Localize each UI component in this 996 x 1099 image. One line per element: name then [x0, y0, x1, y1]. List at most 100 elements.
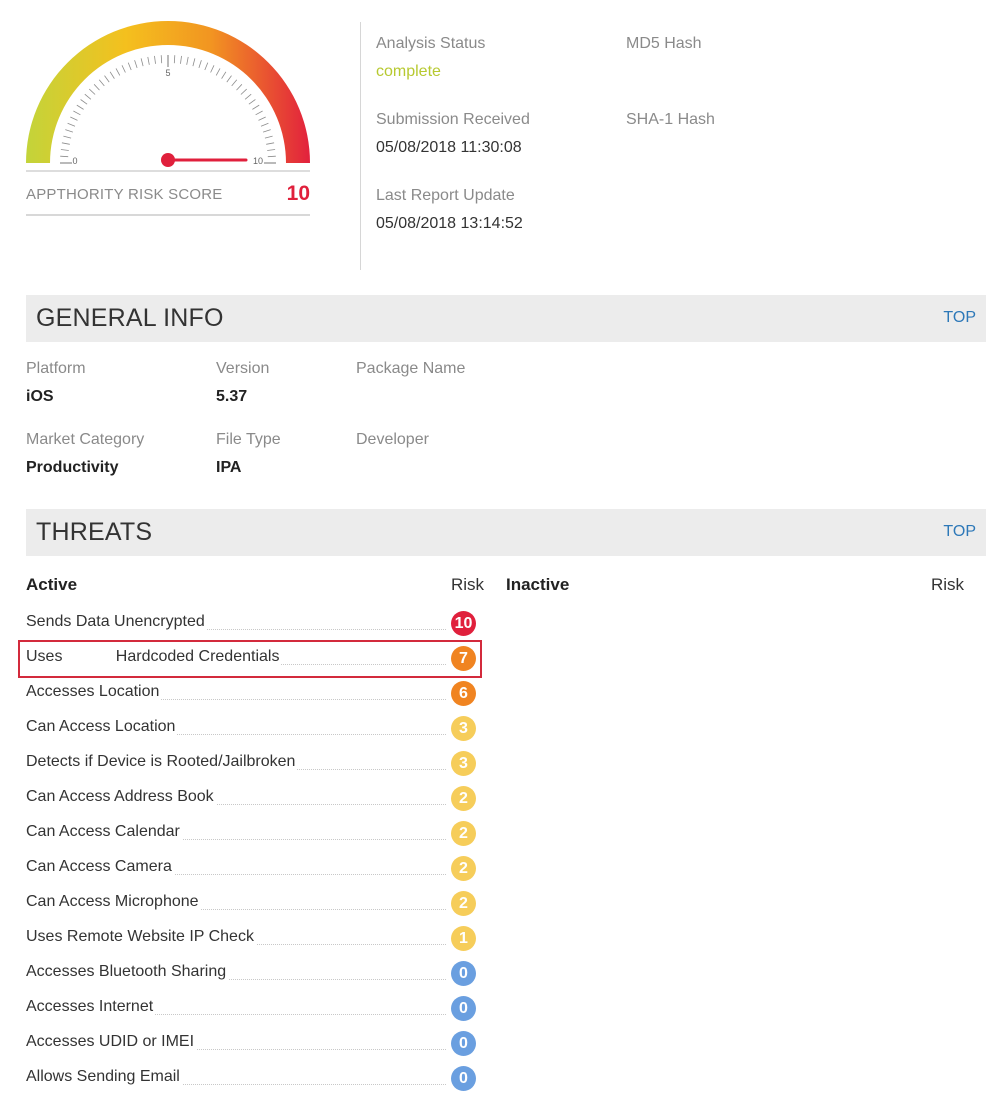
gauge-tick	[226, 75, 232, 83]
general-info-header: GENERAL INFO TOP	[26, 295, 986, 342]
threat-name: Uses Remote Website IP Check	[26, 928, 256, 946]
threat-row: Can Access Address Book 2	[26, 783, 476, 813]
threat-risk-badge: 2	[451, 856, 476, 881]
gauge-tick	[231, 79, 238, 87]
submission-received-value: 05/08/2018 11:30:08	[376, 139, 522, 156]
submission-received-label: Submission Received	[376, 111, 530, 128]
threat-risk-badge: 2	[451, 786, 476, 811]
gauge-tick	[121, 65, 126, 73]
threat-row: Accesses UDID or IMEI 0	[26, 1028, 476, 1058]
gauge-tick	[173, 55, 176, 64]
last-report-update-value: 05/08/2018 13:14:52	[376, 215, 523, 232]
gauge-tick	[215, 68, 221, 76]
gauge-label-max: 10	[253, 156, 263, 166]
active-column-header: Active	[26, 575, 78, 594]
risk-gauge-graphic: 0 5 10	[26, 21, 310, 172]
gauge-tick	[115, 68, 121, 76]
threat-row: Allows Sending Email 0	[26, 1063, 476, 1093]
threat-name: Can Access Address Book	[26, 788, 216, 806]
threat-name: Can Access Microphone	[26, 893, 201, 911]
threats-title: THREATS	[36, 518, 153, 546]
gauge-tick	[267, 149, 276, 151]
gauge-tick	[266, 142, 275, 145]
threats-header: THREATS TOP	[26, 509, 986, 556]
gauge-tick	[248, 99, 256, 105]
gauge-tick	[140, 58, 144, 67]
gauge-tick	[267, 155, 276, 158]
threat-name: Accesses UDID or IMEI	[26, 1033, 197, 1051]
threat-row: Accesses Internet 0	[26, 993, 476, 1023]
gauge-tick	[264, 135, 273, 139]
general-info-title: GENERAL INFO	[36, 304, 224, 332]
risk-score-value: 10	[286, 182, 310, 205]
gauge-tick	[73, 110, 81, 116]
developer-label: Developer	[356, 431, 429, 448]
market-category-label: Market Category	[26, 431, 145, 448]
threat-row: Sends Data Unencrypted 10	[26, 608, 476, 638]
gauge-tick	[160, 55, 163, 64]
package-name-label: Package Name	[356, 360, 466, 377]
gauge-tick	[80, 99, 88, 105]
gauge-tick	[134, 60, 138, 69]
gauge-tick	[65, 129, 74, 133]
gauge-tick	[236, 84, 243, 91]
gauge-tick	[255, 110, 263, 116]
threat-row: Can Access Location 3	[26, 713, 476, 743]
gauge-tick	[192, 58, 196, 67]
gauge-tick	[204, 62, 209, 71]
threat-name: Allows Sending Email	[26, 1068, 182, 1086]
gauge-tick	[84, 93, 92, 100]
general-info-top-link[interactable]: TOP	[943, 309, 976, 327]
threat-name: Can Access Camera	[26, 858, 174, 876]
threat-risk-badge: 0	[451, 996, 476, 1021]
version-label: Version	[216, 360, 270, 377]
threat-risk-badge: 0	[451, 1031, 476, 1056]
gauge-tick	[104, 75, 110, 83]
file-type-label: File Type	[216, 431, 281, 448]
gauge-tick	[210, 65, 215, 73]
threats-top-link[interactable]: TOP	[943, 523, 976, 541]
gauge-tick	[76, 104, 84, 110]
vertical-divider	[360, 22, 361, 270]
platform-value: iOS	[26, 388, 54, 405]
gauge-tick	[244, 93, 252, 100]
risk-gauge: 0 5 10	[20, 15, 320, 185]
threat-risk-badge: 10	[451, 611, 476, 636]
threat-risk-badge: 0	[451, 961, 476, 986]
gauge-tick	[93, 84, 100, 91]
gauge-tick	[240, 88, 247, 95]
gauge-tick	[67, 122, 76, 127]
threat-name: Accesses Bluetooth Sharing	[26, 963, 229, 981]
threat-name: Sends Data Unencrypted	[26, 613, 207, 631]
threat-risk-badge: 2	[451, 891, 476, 916]
gauge-tick	[180, 55, 182, 64]
threat-risk-badge: 6	[451, 681, 476, 706]
threat-row: Accesses Location 6	[26, 678, 476, 708]
gauge-tick	[221, 71, 227, 79]
threat-row: Uses Remote Website IP Check 1	[26, 923, 476, 953]
last-report-update-label: Last Report Update	[376, 187, 515, 204]
gauge-tick	[262, 129, 271, 133]
threat-row: Can Access Camera 2	[26, 853, 476, 883]
threat-name: Can Access Location	[26, 718, 178, 736]
risk-score-label: APPTHORITY RISK SCORE	[26, 186, 223, 203]
analysis-status-label: Analysis Status	[376, 35, 486, 52]
gauge-tick	[63, 135, 72, 139]
gauge-tick	[252, 104, 260, 110]
gauge-tick	[109, 71, 115, 79]
threat-risk-badge: 1	[451, 926, 476, 951]
highlight-box	[18, 640, 482, 678]
active-risk-column-header: Risk	[451, 575, 485, 594]
gauge-tick	[154, 55, 156, 64]
gauge-tick	[258, 116, 266, 121]
threat-row: Accesses Bluetooth Sharing 0	[26, 958, 476, 988]
threat-name: Detects if Device is Rooted/Jailbroken	[26, 753, 298, 771]
threat-row: Can Access Microphone 2	[26, 888, 476, 918]
threat-name: Can Access Calendar	[26, 823, 182, 841]
threat-name: Accesses Location	[26, 683, 162, 701]
gauge-label-min: 0	[72, 156, 77, 166]
market-category-value: Productivity	[26, 459, 119, 476]
threat-risk-badge: 0	[451, 1066, 476, 1091]
threat-name: Accesses Internet	[26, 998, 156, 1016]
gauge-tick	[186, 56, 189, 65]
